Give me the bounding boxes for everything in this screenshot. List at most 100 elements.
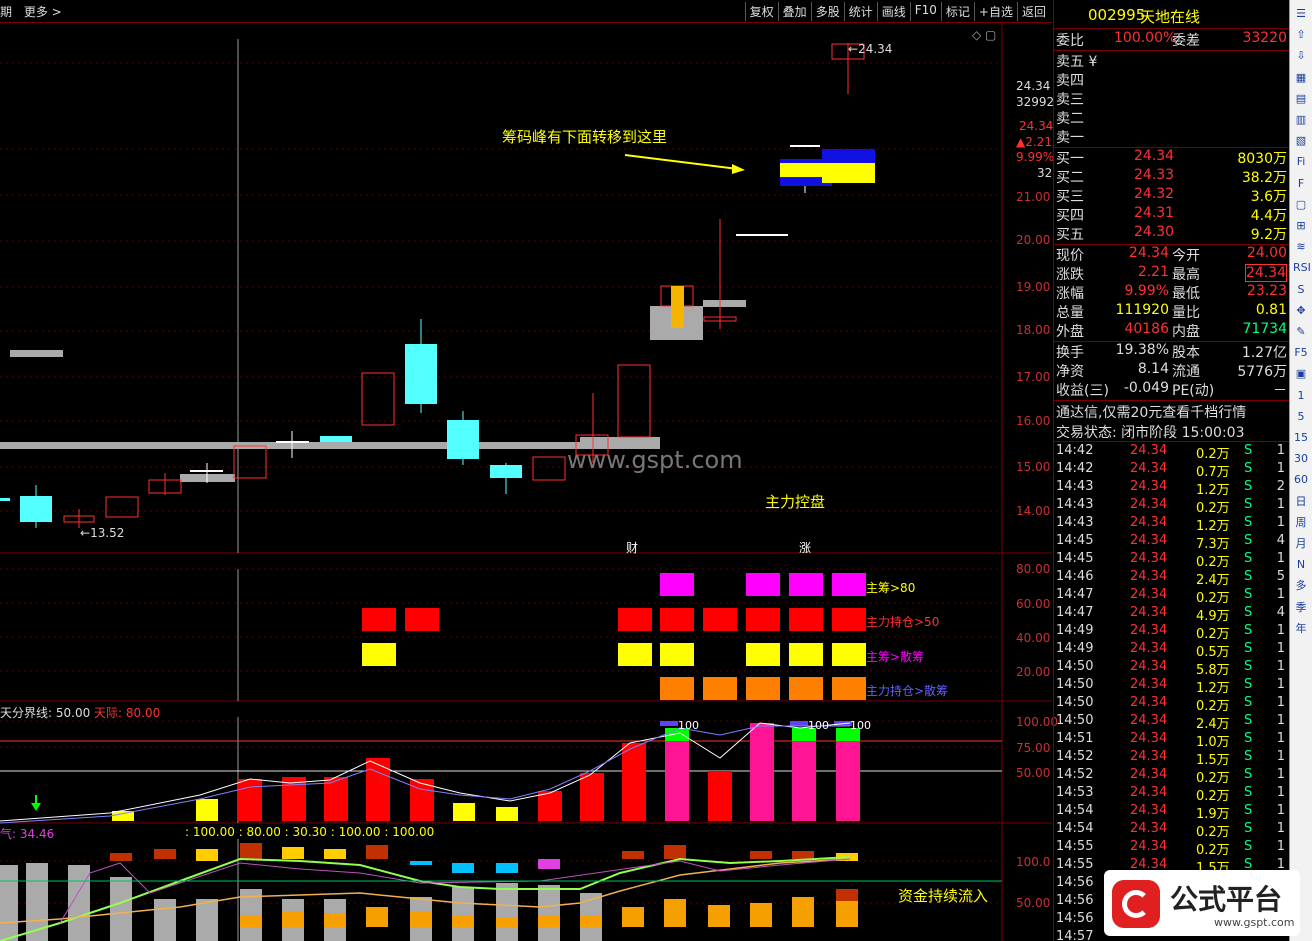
period-label[interactable]: 期: [0, 5, 12, 19]
side-tool-icon[interactable]: ⊞: [1293, 218, 1309, 234]
trade-row: 14:50 24.34 0.2万 S 1: [1054, 695, 1289, 714]
side-tool-icon[interactable]: ✎: [1293, 324, 1309, 340]
multi-stock-button[interactable]: 多股: [810, 2, 844, 21]
side-tool-icon[interactable]: ▢: [1293, 197, 1309, 213]
promo-link[interactable]: 通达信,仅需20元查看千档行情: [1054, 402, 1289, 421]
trade-row: 14:42 24.34 0.7万 S 1: [1054, 461, 1289, 480]
trade-n: 4: [1276, 605, 1285, 620]
trade-row: 14:47 24.34 4.9万 S 4: [1054, 605, 1289, 624]
side-tool-icon[interactable]: 月: [1293, 536, 1309, 552]
tag-100: 100: [808, 719, 829, 732]
trade-n: 1: [1276, 461, 1285, 476]
trade-v: 1.2万: [1196, 519, 1230, 534]
trade-v: 0.2万: [1196, 555, 1230, 570]
trade-p: 24.34: [1130, 803, 1168, 818]
trade-v: 0.2万: [1196, 447, 1230, 462]
trade-p: 24.34: [1130, 461, 1168, 476]
trade-s: S: [1244, 533, 1253, 548]
side-tool-icon[interactable]: 60: [1293, 472, 1309, 488]
axis-volume: 32992: [1016, 95, 1055, 109]
side-tool-icon[interactable]: 周: [1293, 515, 1309, 531]
more-menu[interactable]: 更多 >: [24, 5, 62, 19]
trade-t: 14:56: [1056, 911, 1094, 926]
side-tool-icon[interactable]: S: [1293, 282, 1309, 298]
trade-v: 0.2万: [1196, 627, 1230, 642]
chip-annotation: 筹码峰有下面转移到这里: [502, 128, 668, 146]
trade-n: 1: [1276, 749, 1285, 764]
brand-logo: 公式平台 www.gspt.com: [1104, 870, 1300, 936]
back-button[interactable]: 返回: [1016, 2, 1050, 21]
side-tool-icon[interactable]: N: [1293, 557, 1309, 573]
axis-tick: 100.0: [1016, 855, 1051, 869]
side-tool-icon[interactable]: ≋: [1293, 239, 1309, 255]
trade-v: 2.4万: [1196, 717, 1230, 732]
side-tool-icon[interactable]: ▣: [1293, 366, 1309, 382]
trade-s: S: [1244, 731, 1253, 746]
trade-n: 1: [1276, 839, 1285, 854]
watermark: www.gspt.com: [567, 446, 743, 474]
side-tool-icon[interactable]: ▦: [1293, 70, 1309, 86]
side-tool-icon[interactable]: ▧: [1293, 133, 1309, 149]
trade-n: 1: [1276, 515, 1285, 530]
side-tool-icon[interactable]: ⇧: [1293, 27, 1309, 43]
trade-row: 14:52 24.34 0.2万 S 1: [1054, 767, 1289, 786]
side-tool-icon[interactable]: 5: [1293, 409, 1309, 425]
side-tool-icon[interactable]: 年: [1293, 621, 1309, 637]
side-tool-icon[interactable]: 30: [1293, 451, 1309, 467]
axis-price-current: 24.34: [1016, 79, 1051, 93]
side-tool-icon[interactable]: RSI: [1293, 260, 1311, 276]
side-tool-icon[interactable]: ☰: [1293, 6, 1309, 22]
side-tool-icon[interactable]: 日: [1293, 494, 1309, 510]
side-tool-icon[interactable]: ▤: [1293, 91, 1309, 107]
side-tool-icon[interactable]: ▥: [1293, 112, 1309, 128]
trade-n: 1: [1276, 497, 1285, 512]
side-tool-icon[interactable]: F: [1293, 176, 1309, 192]
axis-tick: 15.00: [1016, 460, 1051, 474]
trade-n: 4: [1276, 533, 1285, 548]
trade-row: 14:51 24.34 1.0万 S 1: [1054, 731, 1289, 750]
trade-s: S: [1244, 479, 1253, 494]
f10-button[interactable]: F10: [909, 2, 941, 21]
side-tool-icon[interactable]: 季: [1293, 600, 1309, 616]
trade-n: 1: [1276, 623, 1285, 638]
side-tool-icon[interactable]: Fi: [1293, 154, 1309, 170]
trade-v: 0.2万: [1196, 789, 1230, 804]
stock-name: 天地在线: [1140, 8, 1201, 26]
trade-n: 1: [1276, 443, 1285, 458]
legend-main-chip: 主筹>80: [866, 581, 916, 595]
chart-settings-icon[interactable]: ◇ ▢: [972, 28, 996, 42]
boundary-bars: [0, 721, 1002, 824]
trade-p: 24.34: [1130, 587, 1168, 602]
side-tool-icon[interactable]: ✥: [1293, 303, 1309, 319]
trade-row: 14:45 24.34 7.3万 S 4: [1054, 533, 1289, 552]
axis-tick: 40.00: [1016, 631, 1051, 645]
statistics-button[interactable]: 统计: [843, 2, 877, 21]
mark-button[interactable]: 标记: [940, 2, 974, 21]
trade-list[interactable]: 14:42 24.34 0.2万 S 1 14:42 24.34 0.7万 S 1 14:43 24.…: [1054, 443, 1289, 941]
side-tool-icon[interactable]: 多: [1293, 578, 1309, 594]
trade-p: 24.34: [1130, 749, 1168, 764]
buy-3: 买三 24.32 3.6万: [1056, 186, 1287, 205]
sell-4: 卖四: [1056, 73, 1084, 89]
axis-tick: 17.00: [1016, 370, 1051, 384]
trade-s: S: [1244, 713, 1253, 728]
overlay-button[interactable]: 叠加: [777, 2, 811, 21]
side-tool-icon[interactable]: 1: [1293, 388, 1309, 404]
trade-t: 14:55: [1056, 839, 1094, 854]
sell-1: 卖一: [1056, 130, 1084, 146]
trade-t: 14:42: [1056, 461, 1094, 476]
chart-toolbar: 期 更多 > 复权 叠加 多股 统计 画线 F10 标记 +自选 返回: [0, 0, 1052, 23]
draw-line-button[interactable]: 画线: [876, 2, 910, 21]
axis-tick: 20.00: [1016, 233, 1051, 247]
kline-chart-area[interactable]: [0, 23, 1052, 941]
trade-t: 14:54: [1056, 821, 1094, 836]
trade-s: S: [1244, 839, 1253, 854]
side-tool-icon[interactable]: 15: [1293, 430, 1309, 446]
side-tool-icon[interactable]: ⇩: [1293, 48, 1309, 64]
add-favorite-button[interactable]: +自选: [973, 2, 1017, 21]
axis-tick: 14.00: [1016, 504, 1051, 518]
trade-t: 14:45: [1056, 551, 1094, 566]
restore-right-button[interactable]: 复权: [744, 2, 778, 21]
trade-p: 24.34: [1130, 641, 1168, 656]
side-tool-icon[interactable]: F5: [1293, 345, 1309, 361]
